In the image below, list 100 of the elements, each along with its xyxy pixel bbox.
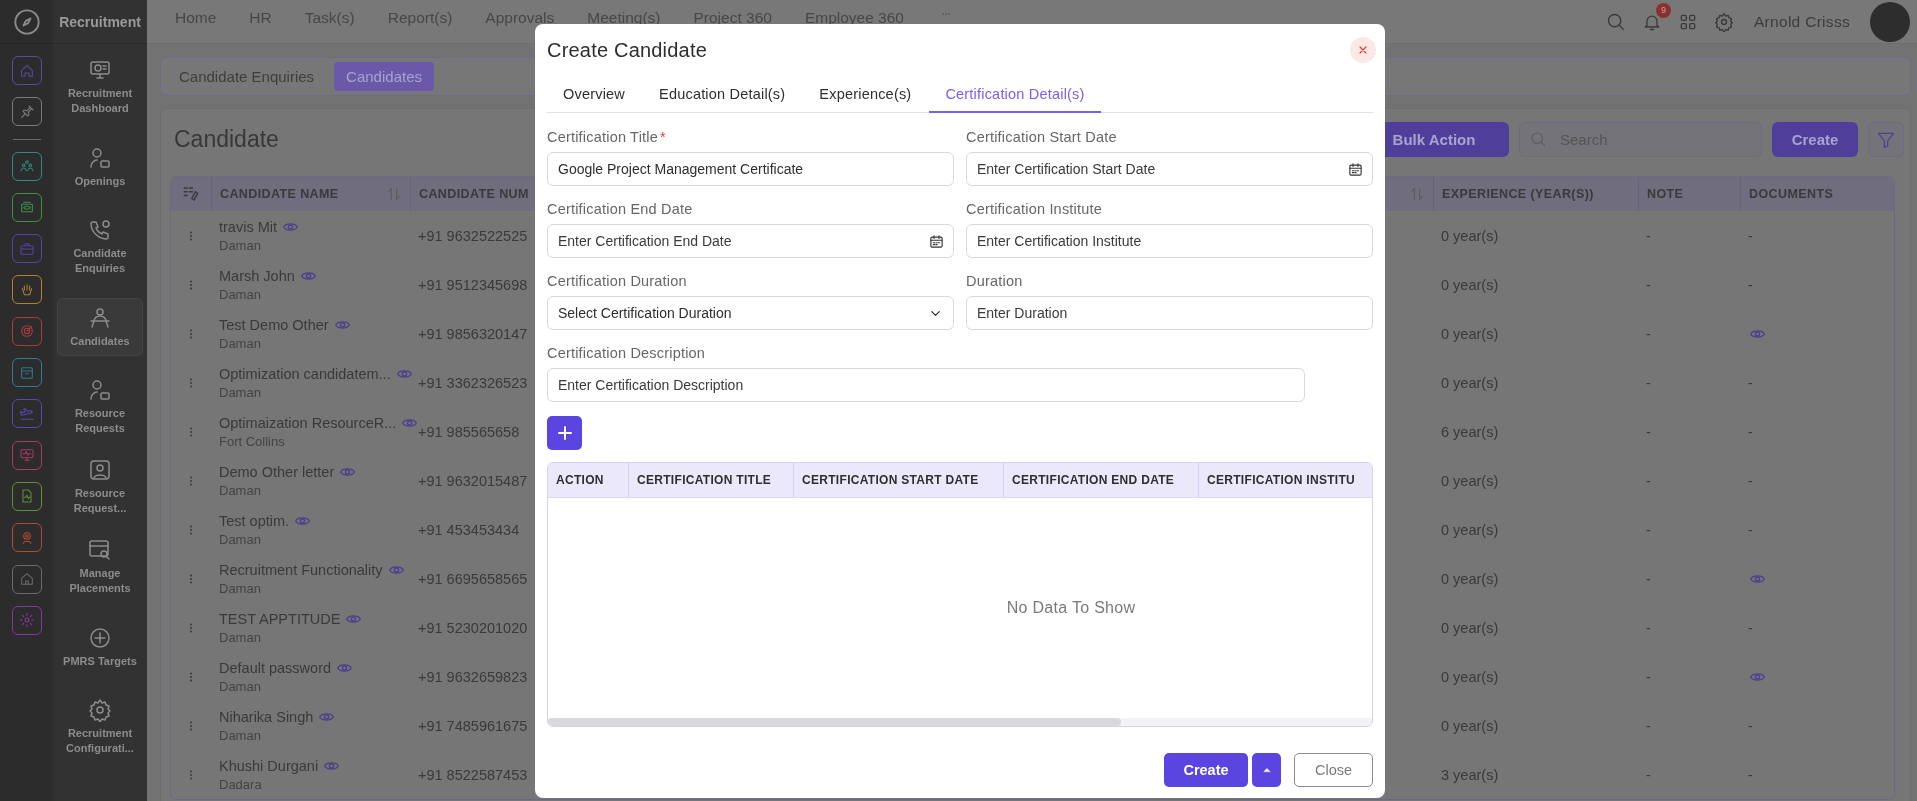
candidate-name[interactable]: Marsh John xyxy=(219,267,295,284)
candidate-name[interactable]: Default password xyxy=(219,659,332,676)
home-icon xyxy=(18,571,35,588)
candidate-name[interactable]: travis Mit xyxy=(219,218,277,235)
sort-icon[interactable] xyxy=(1409,186,1425,202)
monitor-icon xyxy=(88,58,112,82)
nav-item[interactable]: Manage Placements xyxy=(57,538,143,596)
date-field[interactable]: Enter Certification End Date xyxy=(547,224,954,258)
sidebar-button[interactable] xyxy=(11,564,42,594)
sidebar-button[interactable] xyxy=(11,275,42,305)
candidate-name[interactable]: Test optim. xyxy=(219,512,290,529)
eye-icon[interactable] xyxy=(1750,327,1765,340)
candidate-name[interactable]: Optimization candidatem... xyxy=(219,365,391,382)
sort-icon[interactable] xyxy=(386,186,402,202)
experience-value: 0 year(s) xyxy=(1441,570,1499,587)
sidebar-button[interactable] xyxy=(11,151,42,181)
note-value: - xyxy=(1646,668,1651,685)
close-button[interactable] xyxy=(1350,37,1376,63)
sidebar-button[interactable] xyxy=(11,481,42,511)
sidebar-button[interactable] xyxy=(11,605,42,635)
sidebar-button[interactable] xyxy=(11,192,42,222)
nav-item[interactable]: Candidates xyxy=(57,298,143,356)
eye-icon[interactable] xyxy=(324,759,340,772)
nav-item[interactable]: Recruitment Dashboard xyxy=(57,58,143,116)
sidebar-button[interactable] xyxy=(11,56,42,85)
document-value: - xyxy=(1748,423,1753,440)
tab[interactable]: Education Detail(s) xyxy=(643,76,802,113)
field-label: Certification Description xyxy=(547,345,707,362)
tab[interactable]: Certification Detail(s) xyxy=(929,76,1101,113)
candidate-name[interactable]: Khushi Durgani xyxy=(219,757,319,774)
text-field[interactable]: Enter Duration xyxy=(966,296,1373,330)
document-value: - xyxy=(1748,766,1753,783)
candidate-name[interactable]: Demo Other letter xyxy=(219,463,335,480)
column-settings-icon[interactable] xyxy=(182,185,200,203)
tab[interactable]: Overview xyxy=(547,76,642,113)
eye-icon[interactable] xyxy=(346,612,362,625)
settings-icon[interactable] xyxy=(1713,11,1734,32)
eye-icon[interactable] xyxy=(396,367,412,380)
text-field[interactable]: Enter Certification Description xyxy=(547,368,1305,402)
tab[interactable]: Experience(s) xyxy=(803,76,928,113)
crosshair-icon xyxy=(88,625,112,650)
tab[interactable]: Candidate Enquiries xyxy=(167,62,327,91)
eye-icon[interactable] xyxy=(295,514,311,527)
nav-item[interactable]: PMRS Targets xyxy=(57,618,143,676)
sidebar-button[interactable] xyxy=(11,440,42,470)
create-button[interactable]: Create xyxy=(1772,122,1858,157)
note-value: - xyxy=(1646,423,1651,440)
document-value: - xyxy=(1748,472,1753,489)
window-search-icon xyxy=(88,538,112,562)
dropdown-field[interactable]: Select Certification Duration xyxy=(547,296,954,330)
candidate-name[interactable]: Niharika Singh xyxy=(219,708,314,725)
eye-icon[interactable] xyxy=(340,465,356,478)
eye-icon[interactable] xyxy=(388,563,404,576)
document-value: - xyxy=(1748,374,1753,391)
nav-item[interactable]: Recruitment Configurati... xyxy=(57,698,143,756)
sidebar-button[interactable] xyxy=(11,234,42,264)
sidebar-button[interactable] xyxy=(11,399,42,429)
eye-icon[interactable] xyxy=(334,318,350,331)
eye-icon[interactable] xyxy=(300,269,316,282)
note-value: - xyxy=(1646,521,1651,538)
notification-button[interactable]: 9 xyxy=(1641,2,1671,32)
eye-icon[interactable] xyxy=(337,661,353,674)
nav-item[interactable]: Resource Requests xyxy=(57,378,143,436)
candidate-name[interactable]: TEST APPTITUDE xyxy=(219,610,341,627)
nav-item[interactable]: Resource Request... xyxy=(57,458,143,516)
sidebar-button[interactable] xyxy=(11,316,42,346)
create-button[interactable]: Create xyxy=(1164,753,1248,787)
home-icon xyxy=(18,62,35,79)
column-header: ACTION xyxy=(555,472,605,489)
close-button[interactable]: Close xyxy=(1294,753,1373,787)
nav-item[interactable]: Openings xyxy=(57,138,143,196)
date-field[interactable]: Enter Certification Start Date xyxy=(966,152,1373,186)
text-field[interactable]: Google Project Management Certificate xyxy=(547,152,954,186)
eye-icon[interactable] xyxy=(1750,670,1765,683)
text-field[interactable]: Enter Certification Institute xyxy=(966,224,1373,258)
sidebar-button[interactable] xyxy=(11,358,42,388)
phone-number: +91 9856320147 xyxy=(418,325,528,342)
eye-icon[interactable] xyxy=(402,416,418,429)
dialog-title: Create Candidate xyxy=(547,38,708,62)
experience-value: 0 year(s) xyxy=(1441,227,1499,244)
candidate-name[interactable]: Test Demo Other xyxy=(219,316,329,333)
nav-item[interactable]: Candidate Enquiries xyxy=(57,218,143,276)
user-name[interactable]: Arnold Crisss xyxy=(1753,12,1850,31)
candidate-name[interactable]: Optimaization ResourceR... xyxy=(219,414,397,431)
horizontal-scrollbar[interactable] xyxy=(548,718,1372,726)
eye-icon[interactable] xyxy=(1750,572,1765,585)
sidebar-button[interactable] xyxy=(11,523,42,553)
eye-icon[interactable] xyxy=(319,710,335,723)
candidate-name[interactable]: Recruitment Functionality xyxy=(219,561,383,578)
tab[interactable]: Candidates xyxy=(334,62,434,91)
add-button[interactable] xyxy=(547,416,582,450)
note-value: - xyxy=(1646,325,1651,342)
sidebar-button[interactable] xyxy=(11,97,42,127)
user-avatar[interactable] xyxy=(1870,1,1910,42)
note-value: - xyxy=(1646,276,1651,293)
eye-icon[interactable] xyxy=(283,220,298,233)
experience-value: 0 year(s) xyxy=(1441,276,1499,293)
notification-badge: 9 xyxy=(1655,2,1671,18)
filter-button[interactable] xyxy=(1868,122,1904,157)
options-button[interactable] xyxy=(1252,753,1281,787)
